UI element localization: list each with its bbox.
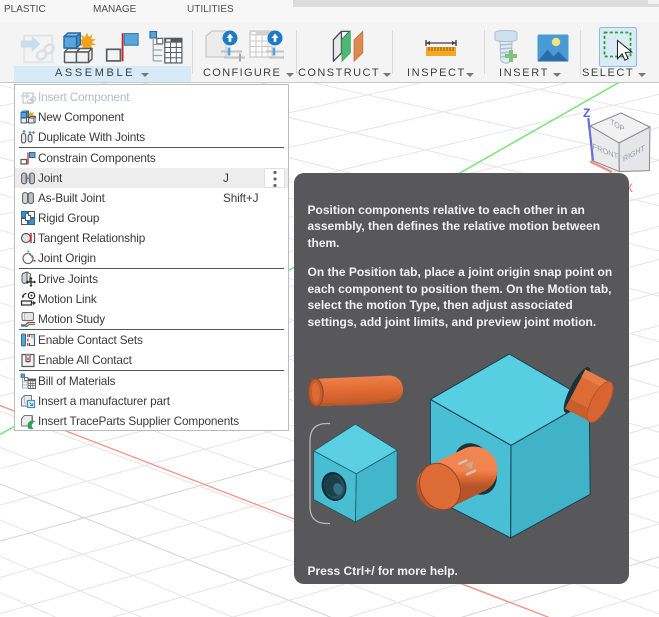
svg-text:Z: Z xyxy=(583,106,590,120)
